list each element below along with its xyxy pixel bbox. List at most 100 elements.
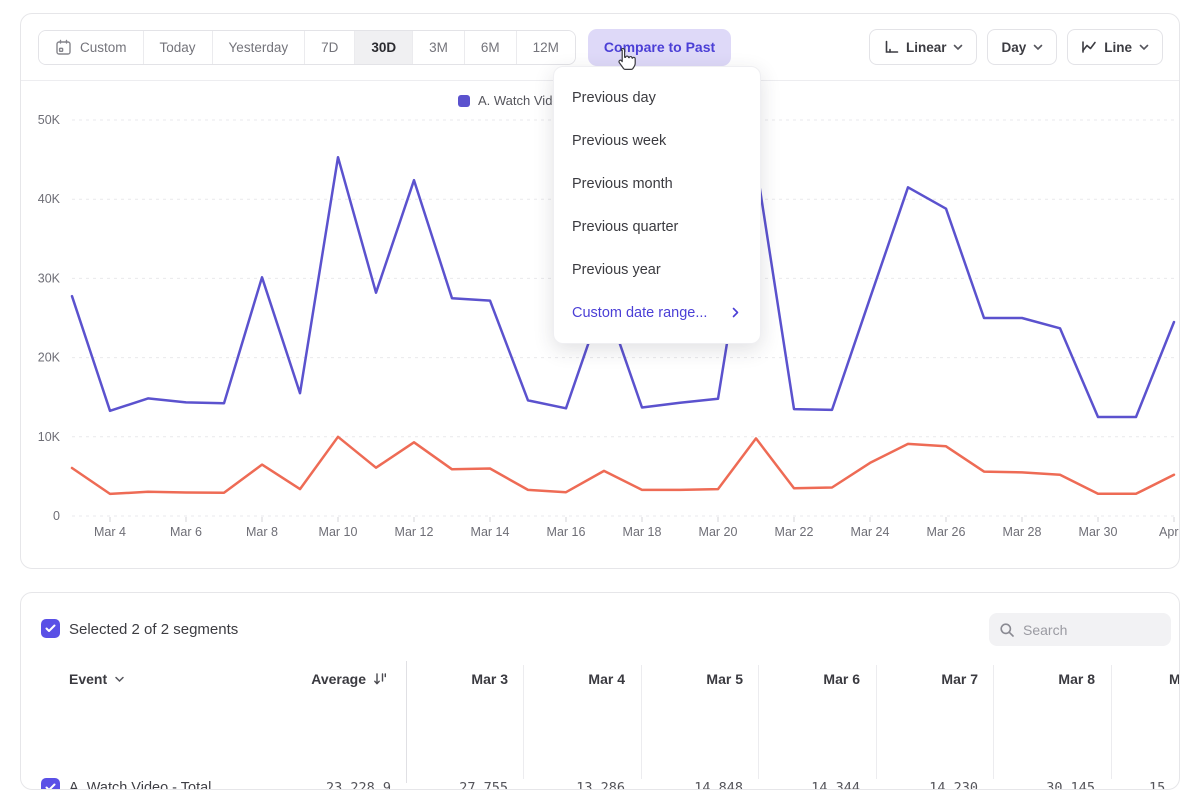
table-cell: 14,230 (929, 774, 978, 790)
date-range-label: 12M (533, 40, 559, 55)
menu-item-custom-date-range[interactable]: Custom date range... (554, 291, 760, 334)
x-axis-tick-label: Mar 24 (851, 525, 890, 539)
column-separator (641, 665, 642, 779)
column-separator (523, 665, 524, 779)
line-chart-icon (1081, 39, 1097, 55)
column-divider (406, 661, 407, 783)
row-label[interactable]: A. Watch Video - Total (69, 774, 211, 790)
table-cell: 30,145 (1046, 774, 1095, 790)
x-axis-tick-label: Mar 28 (1003, 525, 1042, 539)
average-header-label: Average (311, 671, 366, 687)
scale-dropdown-button[interactable]: Linear (869, 29, 978, 65)
table-cell: 14,848 (694, 774, 743, 790)
segments-header: Selected 2 of 2 segments (21, 593, 1179, 661)
date-range-label: 3M (429, 40, 448, 55)
check-icon (45, 783, 56, 790)
date-range-6m[interactable]: 6M (465, 31, 517, 64)
search-input[interactable] (1023, 622, 1153, 638)
table-cell: 27,755 (459, 774, 508, 790)
date-range-label: Today (160, 40, 196, 55)
date-range-label: 6M (481, 40, 500, 55)
x-axis-tick-label: Mar 26 (927, 525, 966, 539)
chevron-down-icon (114, 676, 125, 683)
chevron-right-icon (732, 307, 739, 318)
custom-date-range-label: Custom date range... (572, 305, 707, 321)
date-column-header-clipped: M (1169, 665, 1180, 693)
date-column-header: Mar 4 (588, 665, 625, 693)
scale-label: Linear (906, 40, 947, 55)
event-column-header[interactable]: Event (69, 665, 125, 693)
select-all-checkbox[interactable] (41, 619, 60, 638)
x-axis-tick-label: Mar 10 (319, 525, 358, 539)
date-range-label: 7D (321, 40, 338, 55)
table-cell-clipped: 15, (1149, 774, 1173, 790)
y-axis-tick-label: 20K (38, 351, 61, 365)
menu-item-previous-year[interactable]: Previous year (554, 248, 760, 291)
date-range-3m[interactable]: 3M (413, 31, 465, 64)
row-checkbox[interactable] (41, 778, 60, 790)
calendar-icon (55, 39, 72, 56)
menu-item-previous-quarter[interactable]: Previous quarter (554, 205, 760, 248)
x-axis-tick-label: Mar 20 (699, 525, 738, 539)
chevron-down-icon (953, 44, 963, 51)
y-axis-tick-label: 10K (38, 430, 61, 444)
search-icon (999, 622, 1015, 638)
event-header-label: Event (69, 671, 107, 687)
date-range-label: Yesterday (229, 40, 289, 55)
x-axis-tick-label: Mar 12 (395, 525, 434, 539)
segments-table-card: Selected 2 of 2 segments Event Average M… (20, 592, 1180, 790)
x-axis-tick-label: Mar 14 (471, 525, 510, 539)
column-separator (876, 665, 877, 779)
date-range-yesterday[interactable]: Yesterday (213, 31, 306, 64)
y-axis-tick-label: 40K (38, 192, 61, 206)
y-axis-tick-label: 0 (53, 509, 60, 523)
x-axis-tick-label: Apr 1 (1159, 525, 1179, 539)
date-range-label: Custom (80, 40, 127, 55)
date-range-30d[interactable]: 30D (355, 31, 413, 64)
date-range-7d[interactable]: 7D (305, 31, 355, 64)
column-separator (758, 665, 759, 779)
menu-item-previous-month[interactable]: Previous month (554, 162, 760, 205)
interval-label: Day (1001, 40, 1026, 55)
x-axis-tick-label: Mar 4 (94, 525, 126, 539)
date-range-12m[interactable]: 12M (517, 31, 575, 64)
table-cell: 13,286 (576, 774, 625, 790)
chart-type-dropdown-button[interactable]: Line (1067, 29, 1163, 65)
date-range-segmented-control: Custom Today Yesterday 7D 30D 3M 6M 12M (38, 30, 576, 65)
sort-descending-icon (373, 672, 387, 686)
menu-item-previous-week[interactable]: Previous week (554, 119, 760, 162)
x-axis-tick-label: Mar 22 (775, 525, 814, 539)
compare-to-past-menu: Previous dayPrevious weekPrevious monthP… (553, 66, 761, 344)
selected-segments-label: Selected 2 of 2 segments (69, 621, 238, 638)
x-axis-tick-label: Mar 18 (623, 525, 662, 539)
menu-item-previous-day[interactable]: Previous day (554, 76, 760, 119)
date-column-header: Mar 6 (823, 665, 860, 693)
segments-table: Event Average Mar 3 Mar 4 Mar 5 Mar 6 Mar 7 M… (21, 661, 1179, 789)
date-column-header: Mar 3 (471, 665, 508, 693)
check-icon (45, 624, 56, 633)
series-line-purchase (72, 437, 1174, 494)
date-range-custom[interactable]: Custom (39, 31, 144, 64)
interval-dropdown-button[interactable]: Day (987, 29, 1057, 65)
y-axis-tick-label: 30K (38, 271, 61, 285)
chevron-down-icon (1139, 44, 1149, 51)
average-column-header[interactable]: Average (311, 665, 387, 693)
x-axis-tick-label: Mar 30 (1079, 525, 1118, 539)
x-axis-tick-label: Mar 6 (170, 525, 202, 539)
x-axis-tick-label: Mar 16 (547, 525, 586, 539)
chart-options-group: Linear Day Line (869, 29, 1163, 65)
y-axis-tick-label: 50K (38, 113, 61, 127)
average-cell: 23,228.9 (326, 774, 391, 790)
date-column-header: Mar 7 (941, 665, 978, 693)
chevron-down-icon (1033, 44, 1043, 51)
compare-to-past-button[interactable]: Compare to Past (588, 29, 731, 66)
date-range-label: 30D (371, 40, 396, 55)
table-cell: 14,344 (811, 774, 860, 790)
date-column-header: Mar 5 (706, 665, 743, 693)
column-separator (993, 665, 994, 779)
column-separator (1111, 665, 1112, 779)
date-range-today[interactable]: Today (144, 31, 213, 64)
chart-type-label: Line (1104, 40, 1132, 55)
x-axis-tick-label: Mar 8 (246, 525, 278, 539)
search-box[interactable] (989, 613, 1171, 646)
